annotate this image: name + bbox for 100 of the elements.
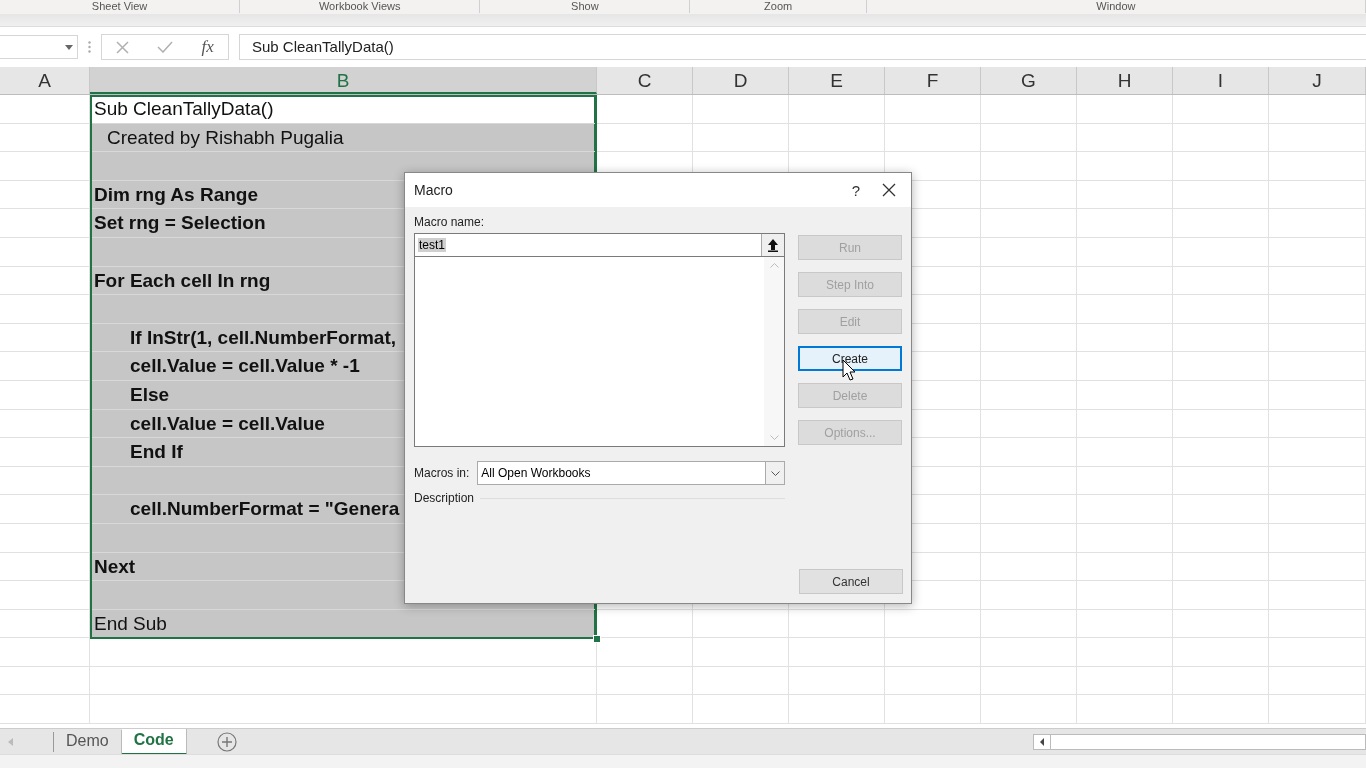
grid-cell[interactable] [789, 95, 885, 124]
grid-cell[interactable] [0, 466, 90, 496]
grid-cell[interactable] [1173, 609, 1269, 639]
grid-cell[interactable] [1269, 523, 1366, 553]
grid-cell[interactable] [1269, 295, 1366, 324]
grid-cell[interactable]: Sub CleanTallyData() [90, 95, 597, 124]
grid-cell[interactable] [1173, 523, 1269, 553]
column-header[interactable]: I [1173, 67, 1269, 94]
grid-cell[interactable]: Created by Rishabh Pugalia [90, 123, 597, 153]
grid-cell[interactable] [1269, 466, 1366, 496]
grid-cell[interactable] [1269, 609, 1366, 639]
grid-cell[interactable] [1269, 438, 1366, 467]
grid-cell[interactable] [981, 695, 1077, 725]
grid-cell[interactable] [981, 409, 1077, 439]
grid-cell[interactable] [1077, 323, 1173, 353]
sheet-tab[interactable]: Code [121, 729, 187, 755]
grid-cell[interactable] [0, 438, 90, 467]
grid-cell[interactable] [0, 123, 90, 153]
grid-cell[interactable] [0, 266, 90, 296]
grid-cell[interactable] [693, 638, 789, 667]
grid-cell[interactable] [1077, 666, 1173, 696]
grid-cell[interactable] [981, 552, 1077, 582]
grid-cell[interactable] [0, 552, 90, 582]
help-button[interactable]: ? [836, 181, 876, 199]
grid-cell[interactable] [1269, 666, 1366, 696]
grid-cell[interactable] [1077, 466, 1173, 496]
grid-cell[interactable] [693, 666, 789, 696]
grid-cell[interactable] [1173, 352, 1269, 381]
grid-cell[interactable] [1077, 266, 1173, 296]
insert-function-button[interactable]: fx [201, 37, 214, 57]
column-header[interactable]: E [789, 67, 885, 94]
upload-icon[interactable] [768, 238, 778, 252]
grid-cell[interactable] [789, 123, 885, 153]
grid-cell[interactable] [1269, 237, 1366, 267]
grid-cell[interactable] [1269, 409, 1366, 439]
macro-name-field[interactable]: test1 [414, 233, 785, 257]
grid-cell[interactable] [1269, 180, 1366, 210]
scroll-down-icon[interactable] [769, 435, 779, 440]
grid-cell[interactable] [885, 95, 981, 124]
grid-cell[interactable] [981, 209, 1077, 238]
grid-cell[interactable] [0, 523, 90, 553]
grid-cell[interactable] [1269, 695, 1366, 725]
column-header[interactable]: G [981, 67, 1077, 94]
formula-field[interactable]: Sub CleanTallyData() [239, 34, 1366, 60]
grid-cell[interactable] [1077, 295, 1173, 324]
grid-cell[interactable] [885, 609, 981, 639]
grid-cell[interactable] [981, 180, 1077, 210]
grid-cell[interactable] [1077, 695, 1173, 725]
column-header[interactable]: B [90, 67, 597, 94]
grid-cell[interactable] [1173, 638, 1269, 667]
grid-cell[interactable] [885, 123, 981, 153]
grid-cell[interactable] [1269, 323, 1366, 353]
column-header[interactable]: D [693, 67, 789, 94]
grid-cell[interactable] [789, 695, 885, 725]
cancel-icon[interactable] [116, 40, 130, 54]
grid-cell[interactable] [1077, 352, 1173, 381]
grid-cell[interactable] [0, 409, 90, 439]
grid-cell[interactable] [981, 666, 1077, 696]
grid-cell[interactable] [1077, 581, 1173, 610]
grid-cell[interactable] [981, 237, 1077, 267]
grid-cell[interactable] [0, 638, 90, 667]
grid-cell[interactable] [90, 666, 597, 696]
grid-cell[interactable] [90, 695, 597, 725]
grid-cell[interactable] [1173, 237, 1269, 267]
scroll-left-icon[interactable] [1040, 738, 1044, 746]
grid-cell[interactable] [789, 666, 885, 696]
grid-cell[interactable] [693, 609, 789, 639]
grid-cell[interactable] [1269, 495, 1366, 524]
grid-cell[interactable] [1077, 209, 1173, 238]
grid-cell[interactable] [1077, 552, 1173, 582]
grid-cell[interactable] [981, 266, 1077, 296]
grid-cell[interactable] [1173, 380, 1269, 410]
grid-cell[interactable] [1173, 209, 1269, 238]
grid-cell[interactable] [981, 466, 1077, 496]
grid-cell[interactable] [1077, 523, 1173, 553]
grid-cell[interactable] [1269, 581, 1366, 610]
grid-cell[interactable] [885, 638, 981, 667]
name-box[interactable] [0, 35, 78, 59]
grid-cell[interactable] [1077, 409, 1173, 439]
grid-cell[interactable] [1077, 237, 1173, 267]
grid-cell[interactable] [981, 295, 1077, 324]
column-header[interactable]: C [597, 67, 693, 94]
fill-handle[interactable] [593, 635, 601, 644]
grid-cell[interactable] [1269, 95, 1366, 124]
grid-cell[interactable] [981, 352, 1077, 381]
grid-cell[interactable] [981, 323, 1077, 353]
grid-cell[interactable] [0, 323, 90, 353]
grid-cell[interactable] [597, 666, 693, 696]
grid-cell[interactable] [597, 695, 693, 725]
grid-cell[interactable] [0, 352, 90, 381]
grid-cell[interactable] [981, 152, 1077, 181]
grid-cell[interactable] [981, 438, 1077, 467]
close-icon[interactable] [882, 183, 896, 197]
grid-cell[interactable] [1269, 352, 1366, 381]
cancel-button[interactable]: Cancel [799, 569, 903, 594]
grid-cell[interactable] [1173, 695, 1269, 725]
grid-cell[interactable] [0, 237, 90, 267]
grid-cell[interactable] [981, 380, 1077, 410]
grid-cell[interactable] [1269, 123, 1366, 153]
grid-cell[interactable] [1077, 180, 1173, 210]
